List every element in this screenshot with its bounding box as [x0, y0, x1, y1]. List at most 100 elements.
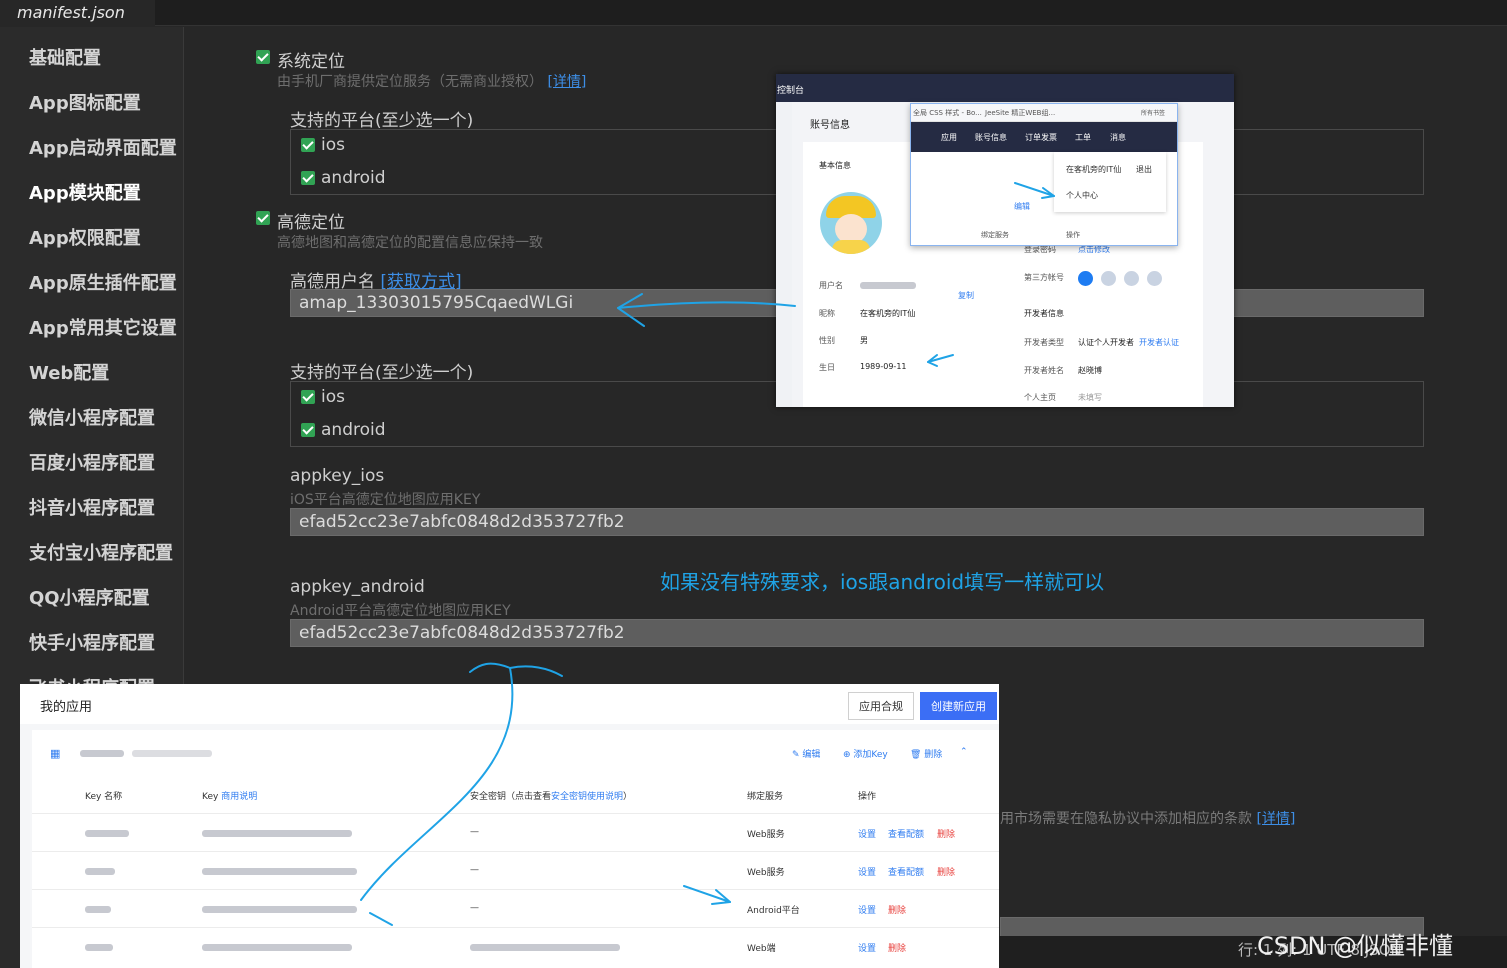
- sidebar-item-qq[interactable]: QQ小程序配置: [29, 584, 150, 610]
- amap-checkbox[interactable]: [256, 211, 270, 225]
- privacy-hint: 用市场需要在隐私协议中添加相应的条款 [详情]: [1000, 811, 1296, 827]
- sidebar-item-app-modules[interactable]: App模块配置: [29, 179, 141, 205]
- dev-info-title: 开发者信息: [1024, 309, 1064, 318]
- inner-edit-link[interactable]: 编辑: [1014, 201, 1030, 212]
- logout-link[interactable]: 退出: [1136, 164, 1152, 175]
- col-service: 绑定服务: [747, 792, 784, 802]
- bookmark-1[interactable]: 全局 CSS 样式 - Bo...: [913, 108, 982, 118]
- user-dropdown: 在客机旁的IT仙 退出 个人中心: [1054, 152, 1166, 212]
- compliance-button[interactable]: 应用合规: [848, 692, 914, 720]
- sidebar-item-app-permissions[interactable]: App权限配置: [29, 224, 141, 250]
- sidebar-item-app-other[interactable]: App常用其它设置: [29, 314, 177, 340]
- bookmark-2[interactable]: JeeSite 精正WEB组...: [985, 108, 1055, 118]
- inner-bind-col: 绑定服务: [981, 231, 1009, 239]
- platforms2-android-label: android: [321, 420, 386, 440]
- annotation-note: 如果没有特殊要求，ios跟android填写一样就可以: [660, 570, 1105, 594]
- row-settings-link[interactable]: 设置: [858, 941, 876, 954]
- dev-type-value: 认证个人开发者: [1078, 338, 1134, 347]
- appkey-ios-input[interactable]: efad52cc23e7abfc0848d2d353727fb2: [290, 508, 1424, 536]
- row-delete-link[interactable]: 删除: [888, 941, 906, 954]
- nav-apps[interactable]: 应用: [941, 132, 957, 143]
- table-header: Key 名称 Key 商用说明 安全密钥（点击查看安全密钥使用说明） 绑定服务 …: [32, 775, 999, 813]
- row-delete-link[interactable]: 删除: [937, 865, 955, 878]
- row-key-name-blurred: [85, 944, 113, 951]
- platforms2-android-checkbox[interactable]: [301, 423, 315, 437]
- row-settings-link[interactable]: 设置: [858, 903, 876, 916]
- qq-icon[interactable]: [1124, 271, 1139, 286]
- edit-app-link[interactable]: ✎ 编辑: [792, 747, 820, 760]
- col-secret: 安全密钥（点击查看安全密钥使用说明）: [470, 792, 633, 802]
- platforms2-ios-checkbox[interactable]: [301, 390, 315, 404]
- row-delete-link[interactable]: 删除: [888, 903, 906, 916]
- add-key-link[interactable]: ⊕ 添加Key: [843, 747, 888, 760]
- col-key-name: Key 名称: [85, 792, 123, 802]
- collapse-chevron-icon[interactable]: ⌃: [960, 747, 968, 757]
- account-screenshot: 控制台 账号信息 基本信息 用户名 复制 昵称 在客机旁的IT仙 性别 男 生日…: [776, 74, 1234, 407]
- delete-app-link[interactable]: 🗑 删除: [910, 747, 942, 760]
- app-name-blurred: [80, 750, 124, 757]
- taobao-icon[interactable]: [1101, 271, 1116, 286]
- row-quota-link[interactable]: 查看配额: [888, 865, 924, 878]
- avatar: [820, 192, 882, 254]
- sidebar-item-app-icon[interactable]: App图标配置: [29, 89, 141, 115]
- platforms1-ios-checkbox[interactable]: [301, 138, 315, 152]
- dropdown-user: 在客机旁的IT仙: [1066, 165, 1122, 174]
- create-app-button[interactable]: 创建新应用: [920, 692, 997, 720]
- apps-screenshot: 我的应用 应用合规 创建新应用 ▦ ✎ 编辑 ⊕ 添加Key 🗑 删除 ⌃ Ke…: [20, 684, 999, 968]
- sidebar-item-app-splash[interactable]: App启动界面配置: [29, 134, 177, 160]
- secret-doc-link[interactable]: 安全密钥使用说明: [551, 792, 623, 802]
- appkey-android-label: appkey_android: [290, 577, 425, 597]
- birthday-label: 生日: [819, 363, 835, 372]
- row-key-blurred: [202, 868, 357, 875]
- sidebar-item-app-native-plugins[interactable]: App原生插件配置: [29, 269, 177, 295]
- nav-account[interactable]: 账号信息: [975, 132, 1007, 143]
- platforms1-title: 支持的平台(至少选一个): [290, 111, 474, 131]
- dev-name-value: 赵晓博: [1078, 366, 1102, 375]
- sidebar-item-basic[interactable]: 基础配置: [29, 44, 101, 70]
- privacy-detail-link[interactable]: [详情]: [1256, 811, 1295, 827]
- dev-name-label: 开发者姓名: [1024, 366, 1064, 375]
- platforms2-ios-label: ios: [321, 387, 345, 407]
- copy-link[interactable]: 复制: [958, 290, 974, 301]
- sidebar-item-kuaishou[interactable]: 快手小程序配置: [29, 629, 155, 655]
- gender-label: 性别: [819, 336, 835, 345]
- sidebar-item-baidu[interactable]: 百度小程序配置: [29, 449, 155, 475]
- alipay-icon[interactable]: [1078, 271, 1093, 286]
- row-quota-link[interactable]: 查看配额: [888, 827, 924, 840]
- app-card: ▦ ✎ 编辑 ⊕ 添加Key 🗑 删除 ⌃ Key 名称 Key 商用说明 安全…: [32, 730, 999, 968]
- bookmark-bar: 全局 CSS 样式 - Bo... JeeSite 精正WEB组... 所有书签: [911, 104, 1177, 122]
- birthday-value: 1989-09-11: [860, 362, 907, 371]
- table-row: Web端 设置 删除: [32, 927, 999, 965]
- platforms1-android-checkbox[interactable]: [301, 171, 315, 185]
- bookmark-all[interactable]: 所有书签: [1141, 108, 1165, 117]
- sidebar-item-web[interactable]: Web配置: [29, 359, 109, 385]
- row-settings-link[interactable]: 设置: [858, 865, 876, 878]
- nav-messages[interactable]: 消息: [1110, 132, 1126, 143]
- sidebar-item-douyin[interactable]: 抖音小程序配置: [29, 494, 155, 520]
- sidebar-item-weixin[interactable]: 微信小程序配置: [29, 404, 155, 430]
- row-key-name-blurred: [85, 868, 115, 875]
- dev-cert-link[interactable]: 开发者认证: [1139, 337, 1179, 348]
- nav-orders[interactable]: 订单发票: [1025, 132, 1057, 143]
- amap-desc: 高德地图和高德定位的配置信息应保持一致: [277, 235, 543, 251]
- account-side: [776, 102, 792, 407]
- commercial-note-link[interactable]: 商用说明: [221, 792, 257, 802]
- row-delete-link[interactable]: 删除: [937, 827, 955, 840]
- sidebar-item-alipay[interactable]: 支付宝小程序配置: [29, 539, 173, 565]
- personal-center-link[interactable]: 个人中心: [1066, 190, 1098, 201]
- system-location-checkbox[interactable]: [256, 50, 270, 64]
- account-section-title: 账号信息: [810, 120, 850, 131]
- appkey-android-desc: Android平台高德定位地图应用KEY: [290, 603, 511, 619]
- col-ops: 操作: [858, 792, 877, 802]
- console-header: 控制台: [776, 74, 1234, 102]
- appkey-android-input[interactable]: efad52cc23e7abfc0848d2d353727fb2: [290, 619, 1424, 647]
- row-settings-link[interactable]: 设置: [858, 827, 876, 840]
- nav-tickets[interactable]: 工单: [1075, 132, 1091, 143]
- platforms2-title: 支持的平台(至少选一个): [290, 363, 474, 383]
- weibo-icon[interactable]: [1147, 271, 1162, 286]
- system-location-detail-link[interactable]: [详情]: [547, 74, 586, 90]
- platforms1-ios-label: ios: [321, 135, 345, 155]
- tab-manifest-json[interactable]: manifest.json: [0, 0, 155, 27]
- editor-tabbar: manifest.json: [0, 0, 1507, 27]
- row-service: Web端: [747, 944, 776, 954]
